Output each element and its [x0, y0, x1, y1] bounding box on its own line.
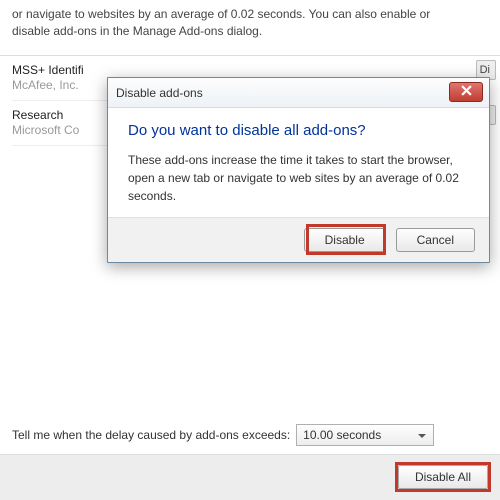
threshold-dropdown[interactable]: 10.00 seconds: [296, 424, 434, 446]
dialog-message: These add-ons increase the time it takes…: [128, 151, 471, 205]
threshold-selected-value: 10.00 seconds: [303, 428, 381, 442]
threshold-label: Tell me when the delay caused by add-ons…: [12, 428, 290, 442]
dialog-title: Disable add-ons: [116, 86, 203, 100]
close-button[interactable]: [449, 82, 483, 102]
intro-line-1: or navigate to websites by an average of…: [12, 7, 430, 21]
dialog-titlebar: Disable add-ons: [108, 78, 489, 108]
close-icon: [461, 85, 472, 99]
dialog-heading: Do you want to disable all add-ons?: [128, 122, 471, 139]
dialog-button-row: Disable Cancel: [108, 217, 489, 262]
intro-text: or navigate to websites by an average of…: [0, 0, 500, 55]
disable-addons-dialog: Disable add-ons Do you want to disable a…: [107, 77, 490, 263]
intro-line-2: disable add-ons in the Manage Add-ons di…: [12, 24, 262, 38]
footer-bar: Disable All: [0, 454, 500, 500]
dialog-body: Do you want to disable all add-ons? Thes…: [108, 108, 489, 217]
cancel-button[interactable]: Cancel: [396, 228, 475, 252]
disable-all-button[interactable]: Disable All: [398, 465, 488, 489]
threshold-bar: Tell me when the delay caused by add-ons…: [0, 416, 500, 454]
addon-name: MSS+ Identifi: [12, 63, 488, 77]
disable-button[interactable]: Disable: [304, 228, 386, 252]
